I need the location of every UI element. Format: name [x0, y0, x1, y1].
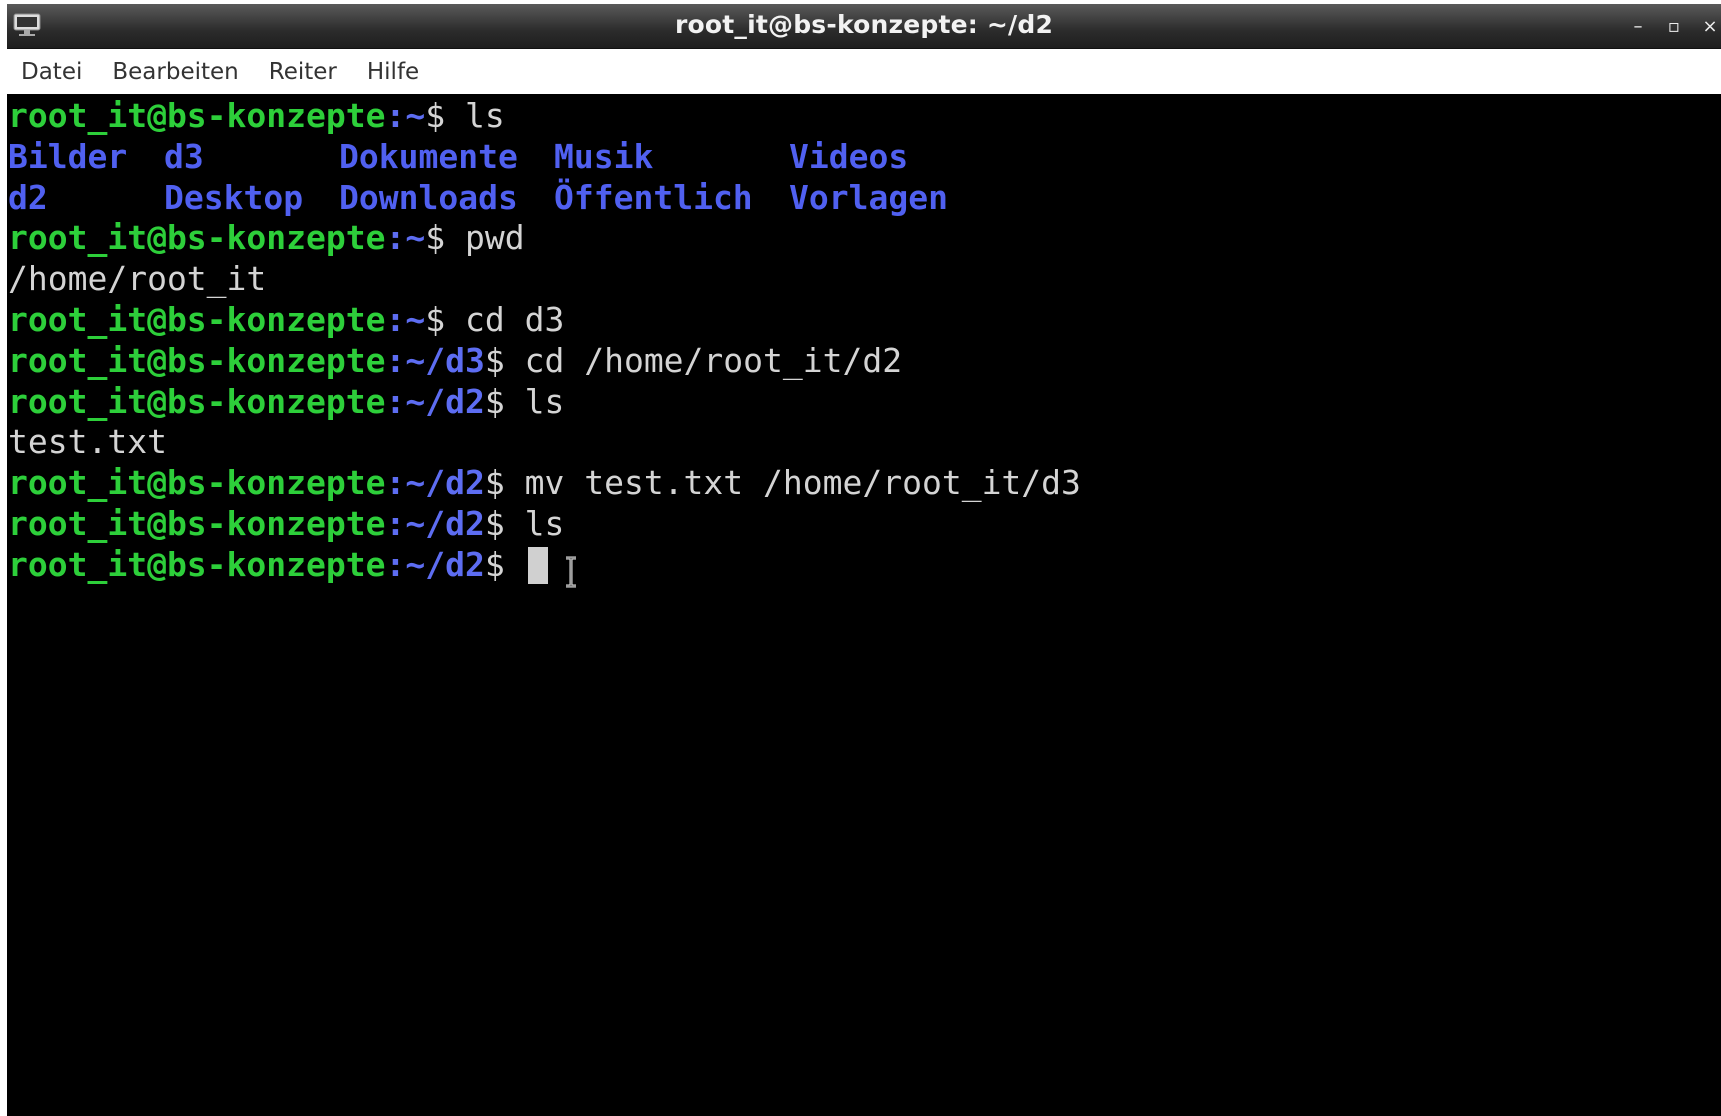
- menu-bearbeiten[interactable]: Bearbeiten: [110, 57, 240, 87]
- prompt-path: ~/d2: [405, 381, 485, 421]
- menu-bar: Datei Bearbeiten Reiter Hilfe: [7, 49, 1721, 94]
- prompt-symbol: $: [484, 503, 525, 543]
- prompt-separator: :: [385, 340, 406, 380]
- directory-entry: Musik: [554, 136, 654, 176]
- prompt-symbol: $: [425, 218, 465, 258]
- prompt-separator: :: [385, 463, 406, 503]
- prompt-separator: :: [385, 299, 406, 339]
- command-text: pwd: [465, 218, 525, 258]
- directory-entry: Downloads: [339, 177, 518, 217]
- i-beam-cursor-icon: [566, 556, 576, 588]
- close-button[interactable]: ×: [1699, 16, 1721, 38]
- directory-entry: Öffentlich: [554, 177, 753, 217]
- prompt-path: ~: [405, 299, 426, 339]
- prompt-user: root_it@bs-konzepte: [8, 96, 386, 135]
- directory-entry: Desktop: [164, 177, 304, 217]
- directory-entry: Dokumente: [339, 136, 518, 176]
- text-cursor: [527, 546, 548, 584]
- prompt-line: root_it@bs-konzepte:~/d3$ cd /home/root_…: [8, 341, 1721, 382]
- prompt-user: root_it@bs-konzepte: [8, 503, 386, 543]
- prompt-path: ~: [405, 218, 426, 258]
- prompt-separator: :: [385, 381, 406, 421]
- output-line: test.txt: [8, 422, 1721, 463]
- command-text: ls: [465, 96, 505, 135]
- prompt-user: root_it@bs-konzepte: [8, 381, 386, 421]
- minimize-button[interactable]: –: [1627, 16, 1649, 38]
- prompt-symbol: $: [484, 463, 525, 503]
- command-text: ls: [524, 503, 565, 543]
- prompt-path: ~/d2: [405, 463, 485, 503]
- maximize-button[interactable]: ▫: [1663, 16, 1685, 38]
- prompt-separator: :: [385, 544, 406, 584]
- title-bar[interactable]: root_it@bs-konzepte: ~/d2 – ▫ ×: [7, 4, 1721, 49]
- prompt-symbol: $: [425, 299, 465, 339]
- directory-entry: Vorlagen: [789, 177, 948, 217]
- prompt-line: root_it@bs-konzepte:~/d2$: [8, 545, 1721, 586]
- prompt-symbol: $: [484, 340, 525, 380]
- output-text: test.txt: [8, 422, 167, 462]
- command-text: mv test.txt /home/root_it/d3: [524, 463, 1081, 503]
- prompt-line: root_it@bs-konzepte:~$ pwd: [8, 218, 1721, 259]
- ls-output-row: Bilder d3 Dokumente Musik Videos: [8, 137, 1721, 178]
- directory-entry: d2: [8, 177, 48, 217]
- menu-hilfe[interactable]: Hilfe: [365, 57, 421, 87]
- prompt-path: ~/d3: [405, 340, 485, 380]
- prompt-user: root_it@bs-konzepte: [8, 544, 386, 584]
- prompt-line: root_it@bs-konzepte:~/d2$ mv test.txt /h…: [8, 463, 1721, 504]
- prompt-user: root_it@bs-konzepte: [8, 299, 386, 339]
- terminal-window: root_it@bs-konzepte: ~/d2 – ▫ × Datei Be…: [7, 4, 1721, 1116]
- output-text: /home/root_it: [8, 259, 267, 299]
- prompt-user: root_it@bs-konzepte: [8, 340, 386, 380]
- prompt-symbol: $: [484, 544, 525, 584]
- prompt-line: root_it@bs-konzepte:~/d2$ ls: [8, 504, 1721, 545]
- prompt-separator: :: [385, 503, 406, 543]
- menu-reiter[interactable]: Reiter: [267, 57, 339, 87]
- window-title: root_it@bs-konzepte: ~/d2: [674, 10, 1054, 39]
- prompt-path: ~/d2: [405, 544, 485, 584]
- command-text: ls: [524, 381, 565, 421]
- menu-datei[interactable]: Datei: [19, 57, 84, 87]
- window-controls: – ▫ ×: [1627, 16, 1721, 38]
- prompt-symbol: $: [484, 381, 525, 421]
- prompt-line: root_it@bs-konzepte:~$ ls: [8, 96, 1721, 137]
- directory-entry: Bilder: [8, 136, 128, 176]
- prompt-separator: :: [385, 218, 406, 258]
- prompt-path: ~: [405, 96, 426, 135]
- ls-output-row: d2 Desktop Downloads Öffentlich Vorlagen: [8, 178, 1721, 219]
- directory-entry: Videos: [789, 136, 909, 176]
- prompt-symbol: $: [425, 96, 465, 135]
- command-text: cd d3: [465, 299, 565, 339]
- prompt-line: root_it@bs-konzepte:~/d2$ ls: [8, 382, 1721, 423]
- output-line: /home/root_it: [8, 259, 1721, 300]
- prompt-separator: :: [385, 96, 406, 135]
- directory-entry: d3: [164, 136, 204, 176]
- prompt-path: ~/d2: [405, 503, 485, 543]
- command-text: cd /home/root_it/d2: [524, 340, 903, 380]
- terminal-output[interactable]: root_it@bs-konzepte:~$ ls Bilder d3 Dokumen…: [7, 94, 1721, 1116]
- prompt-line: root_it@bs-konzepte:~$ cd d3: [8, 300, 1721, 341]
- prompt-user: root_it@bs-konzepte: [8, 218, 386, 258]
- prompt-user: root_it@bs-konzepte: [8, 463, 386, 503]
